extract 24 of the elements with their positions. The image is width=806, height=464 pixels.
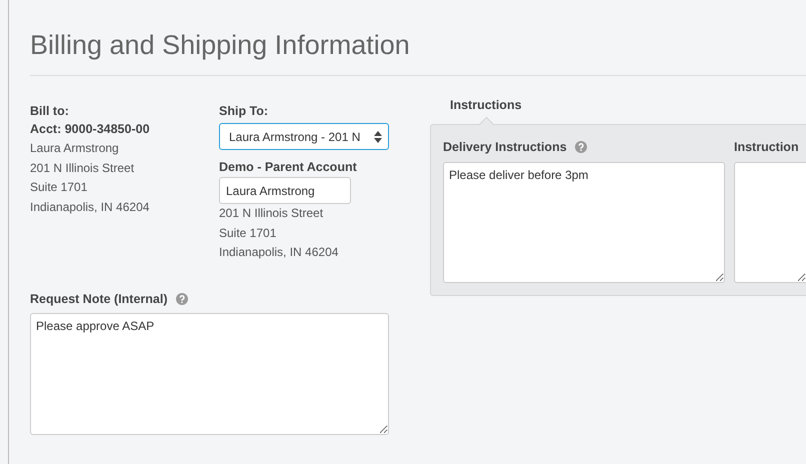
address-line: Suite 1701 [30, 179, 88, 196]
section-label: Ship To: [219, 103, 270, 120]
address-line: Suite 1701 [219, 224, 278, 242]
up-down-arrows-icon [374, 130, 382, 142]
address-line: Indianapolis, IN 46204 [30, 198, 150, 216]
field-label: Instruction [734, 139, 799, 156]
request-note-field[interactable]: Please approve ASAP [30, 312, 389, 434]
field-label: Delivery Instructions [443, 139, 567, 156]
instructions-field[interactable]: Please deliver before 3pm [443, 162, 725, 283]
address-line: 201 N Illinois Street [219, 205, 324, 222]
ship-to-select[interactable]: Laura Armstrong - 201 N [219, 123, 389, 150]
account-number: Acct: 9000-34850-00 [30, 121, 151, 138]
address-line: Indianapolis, IN 46204 [219, 244, 340, 261]
help-icon[interactable] [176, 292, 188, 304]
instructions-field[interactable] [734, 162, 806, 283]
address-line: Laura Armstrong [30, 140, 120, 157]
address-line: 201 N Illinois Street [30, 160, 136, 176]
section-label: Bill to: [30, 103, 70, 120]
contact-field[interactable]: Laura Armstrong [219, 177, 351, 204]
panel-heading: Instructions [450, 98, 522, 112]
account-name: Demo - Parent Account [219, 159, 358, 176]
help-icon[interactable] [574, 141, 587, 153]
page-title: Billing and Shipping Information [30, 29, 411, 62]
field-label: Request Note (Internal) [30, 290, 168, 308]
